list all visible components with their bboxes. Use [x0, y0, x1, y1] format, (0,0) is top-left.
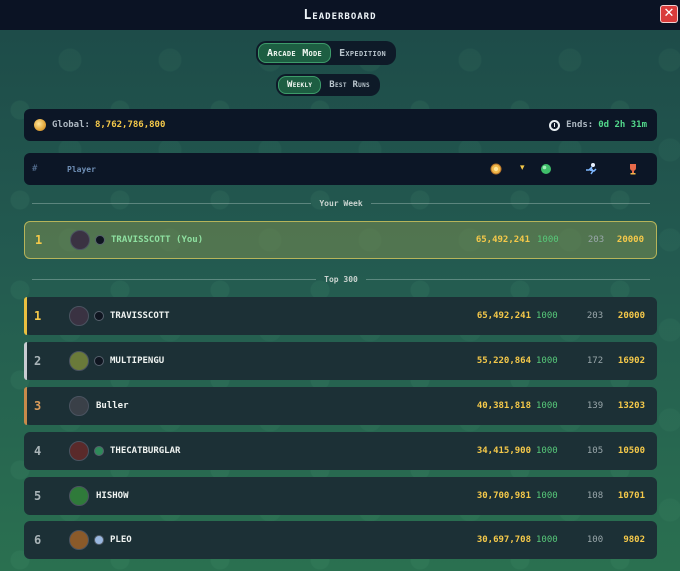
- ends-value: 0d 2h 31m: [598, 120, 647, 130]
- points: 16902: [617, 356, 645, 366]
- title-bar: Leaderboard ✕: [0, 0, 680, 30]
- level: 1000: [536, 491, 558, 501]
- level: 1000: [536, 311, 558, 321]
- score: 55,220,864: [476, 356, 531, 366]
- avatar: [69, 530, 89, 550]
- coin-icon: [34, 119, 46, 131]
- player-column-header: Player: [67, 164, 96, 174]
- tab-arcade-mode[interactable]: Arcade Mode: [258, 43, 332, 63]
- your-week-divider: Your Week: [32, 197, 651, 209]
- points: 10500: [617, 446, 645, 456]
- rank-edge: [24, 342, 27, 380]
- your-rank-row[interactable]: 1 TRAVISSCOTT (You) 65,492,241 1000 203 …: [24, 221, 657, 259]
- rank-edge: [24, 387, 27, 425]
- runner-icon[interactable]: [584, 162, 598, 176]
- clock-icon: [549, 119, 561, 131]
- runs: 203: [586, 311, 604, 321]
- points: 13203: [617, 401, 645, 411]
- rank-column-header: #: [32, 164, 38, 174]
- level: 1000: [536, 446, 558, 456]
- sort-arrow-icon[interactable]: ▾: [520, 163, 525, 173]
- level: 1000: [536, 401, 558, 411]
- rank: 6: [34, 533, 42, 547]
- table-row[interactable]: 2 MULTIPENGU 55,220,864 1000 172 16902: [24, 342, 657, 380]
- level: 1000: [537, 235, 559, 245]
- rank-edge: [24, 297, 27, 335]
- top-divider: Top 300: [32, 273, 650, 285]
- avatar: [69, 486, 89, 506]
- points: 20000: [616, 235, 644, 245]
- score: 30,697,708: [476, 535, 531, 545]
- score: 34,415,900: [476, 446, 531, 456]
- runs: 105: [586, 446, 604, 456]
- rank: 1: [34, 309, 42, 323]
- avatar: [69, 396, 89, 416]
- table-row[interactable]: 1 TRAVISSCOTT 65,492,241 1000 203 20000: [24, 297, 657, 335]
- runs: 172: [586, 356, 604, 366]
- level-orb-icon[interactable]: [540, 163, 552, 175]
- badge-icon: [94, 446, 104, 456]
- score: 65,492,241: [476, 311, 531, 321]
- points: 10701: [617, 491, 645, 501]
- level: 1000: [536, 356, 558, 366]
- score: 65,492,241: [475, 235, 530, 245]
- avatar: [69, 441, 89, 461]
- global-value: 8,762,786,800: [94, 120, 166, 130]
- player-name: PLEO: [110, 535, 132, 545]
- stats-bar: Global: 8,762,786,800 Ends: 0d 2h 31m: [24, 109, 657, 141]
- tab-expedition[interactable]: Expedition: [331, 43, 394, 63]
- table-row[interactable]: 5 HISHOW 30,700,981 1000 108 10701: [24, 477, 657, 515]
- your-week-label: Your Week: [319, 198, 363, 208]
- global-label: Global:: [52, 120, 90, 130]
- ends-label: Ends:: [566, 120, 594, 130]
- badge-icon: [94, 356, 104, 366]
- badge-icon: [95, 235, 105, 245]
- level: 1000: [536, 535, 558, 545]
- rank: 1: [35, 233, 43, 247]
- rank: 4: [34, 444, 42, 458]
- table-row[interactable]: 4 THECATBURGLAR 34,415,900 1000 105 1050…: [24, 432, 657, 470]
- runs: 203: [587, 235, 605, 245]
- table-row[interactable]: 3 Buller 40,381,818 1000 139 13203: [24, 387, 657, 425]
- runs: 108: [586, 491, 604, 501]
- rank: 2: [34, 354, 42, 368]
- score: 40,381,818: [476, 401, 531, 411]
- tab-weekly[interactable]: Weekly: [278, 76, 322, 94]
- avatar: [70, 230, 90, 250]
- tab-best-runs[interactable]: Best Runs: [321, 76, 378, 94]
- close-button[interactable]: ✕: [660, 5, 678, 23]
- period-tabs: Weekly Best Runs: [276, 74, 380, 96]
- runs: 100: [586, 535, 604, 545]
- player-name: TRAVISSCOTT (You): [111, 235, 204, 245]
- badge-icon: [94, 311, 104, 321]
- trophy-icon[interactable]: [627, 163, 639, 175]
- mode-tabs: Arcade Mode Expedition: [256, 41, 397, 65]
- rank: 3: [34, 399, 42, 413]
- player-name: Buller: [96, 401, 129, 411]
- top-label: Top 300: [324, 274, 358, 284]
- page-title: Leaderboard: [303, 7, 377, 23]
- rank: 5: [34, 489, 42, 503]
- runs: 139: [586, 401, 604, 411]
- points: 9802: [623, 535, 645, 545]
- player-name: TRAVISSCOTT: [110, 311, 170, 321]
- avatar: [69, 306, 89, 326]
- player-name: THECATBURGLAR: [110, 446, 181, 456]
- table-header: # Player ▾: [24, 153, 657, 185]
- player-name: HISHOW: [96, 491, 129, 501]
- score: 30,700,981: [476, 491, 531, 501]
- badge-icon: [94, 535, 104, 545]
- table-row[interactable]: 6 PLEO 30,697,708 1000 100 9802: [24, 521, 657, 559]
- points: 20000: [617, 311, 645, 321]
- score-coin-icon[interactable]: [490, 163, 502, 175]
- avatar: [69, 351, 89, 371]
- player-name: MULTIPENGU: [110, 356, 165, 366]
